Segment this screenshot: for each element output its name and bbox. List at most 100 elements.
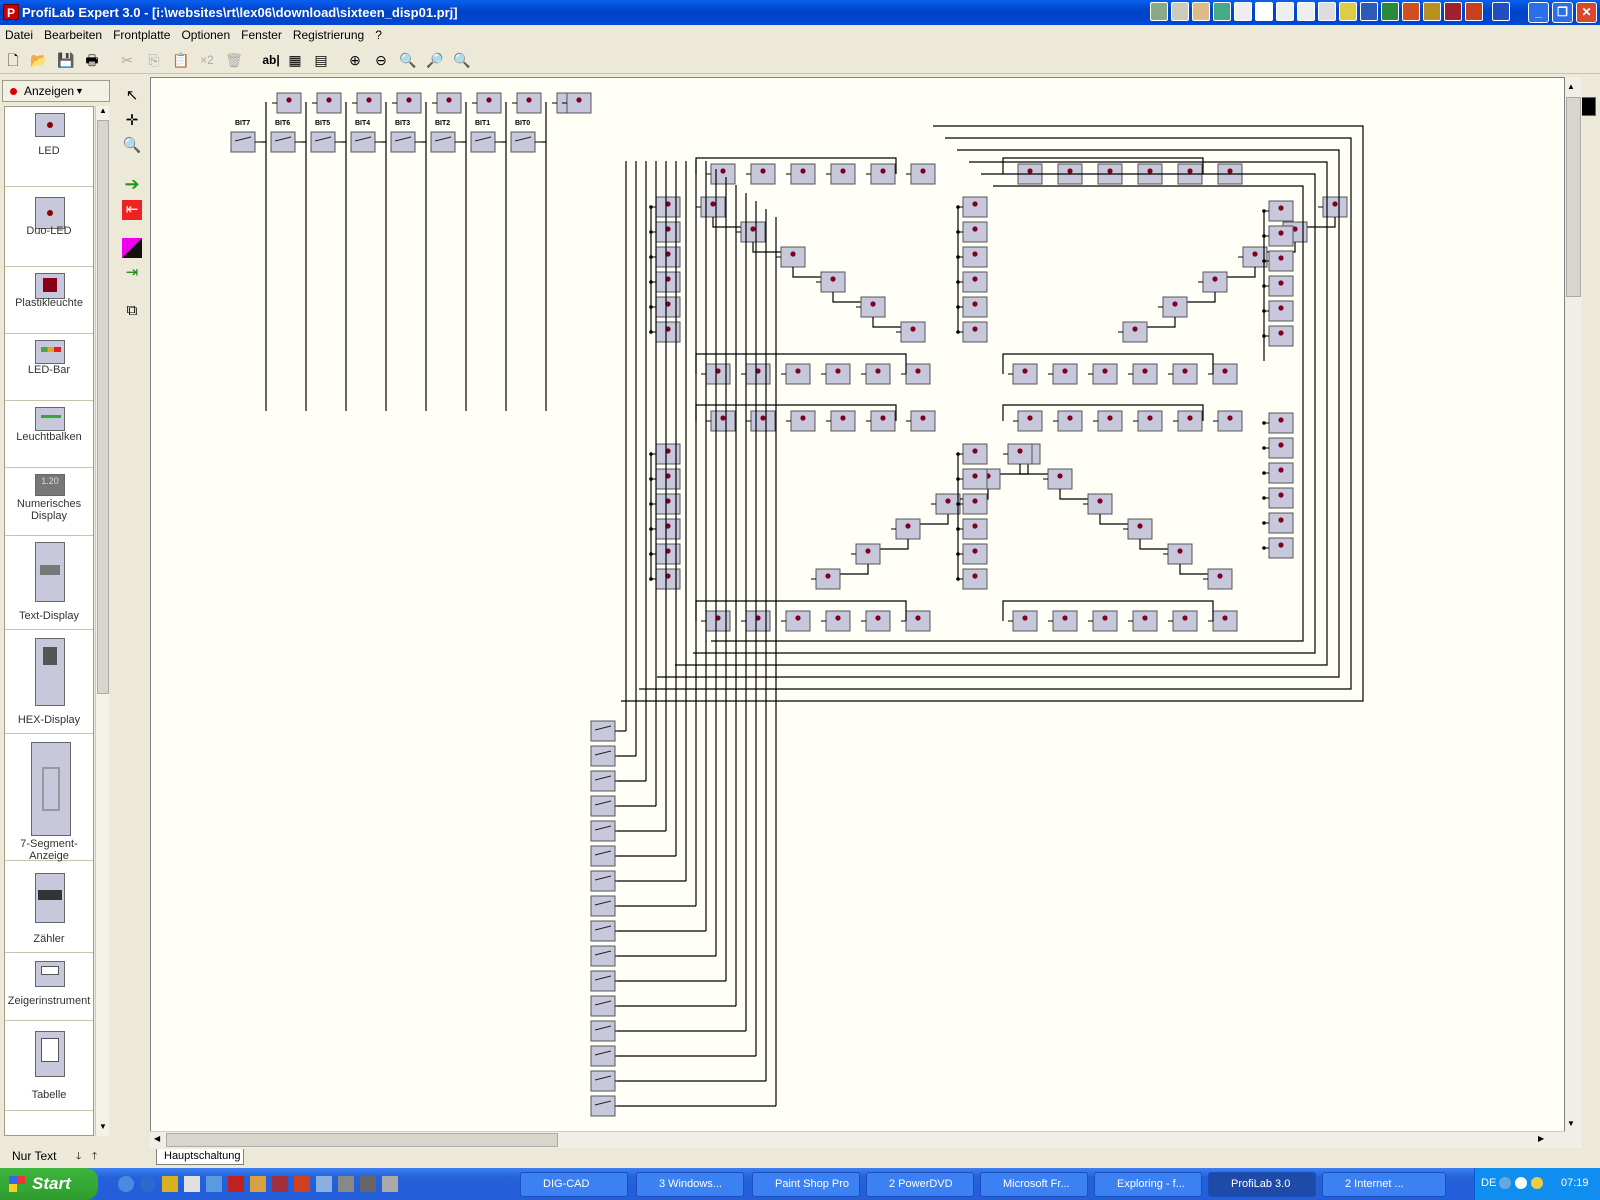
led-component[interactable] bbox=[1264, 537, 1294, 559]
print-icon[interactable]: 🖶 bbox=[83, 51, 101, 69]
scroll-down-icon[interactable]: ▼ bbox=[1567, 1119, 1575, 1128]
app-shortcut-icon[interactable] bbox=[1171, 2, 1189, 21]
led-component[interactable] bbox=[1003, 443, 1033, 465]
switch-component[interactable] bbox=[590, 1020, 621, 1042]
zoom-in-icon[interactable]: ⊕ bbox=[346, 51, 364, 69]
scroll-thumb[interactable] bbox=[1566, 97, 1581, 297]
switch-component[interactable] bbox=[270, 131, 301, 153]
word-icon[interactable] bbox=[1360, 2, 1378, 21]
switch-component[interactable] bbox=[230, 131, 261, 153]
led-component[interactable] bbox=[1264, 512, 1294, 534]
led-component[interactable] bbox=[861, 363, 891, 385]
app-shortcut-icon[interactable] bbox=[1339, 2, 1357, 21]
led-component[interactable] bbox=[958, 493, 988, 515]
arrow-up-icon[interactable]: 🡑 bbox=[92, 1149, 97, 1166]
task-microsoft[interactable]: Microsoft Fr... bbox=[980, 1172, 1088, 1197]
app-icon[interactable] bbox=[272, 1176, 288, 1192]
led-component[interactable] bbox=[392, 92, 422, 114]
task-windows[interactable]: 3 Windows... bbox=[636, 1172, 744, 1197]
led-component[interactable] bbox=[706, 163, 736, 185]
zoom-all-icon[interactable]: 🔍 bbox=[453, 51, 471, 69]
menu-help[interactable]: ? bbox=[374, 25, 388, 45]
mail-icon[interactable] bbox=[1234, 2, 1252, 21]
app-shortcut-icon[interactable] bbox=[1150, 2, 1168, 21]
led-component[interactable] bbox=[432, 92, 462, 114]
tray-icon[interactable] bbox=[1499, 1177, 1511, 1189]
led-component[interactable] bbox=[826, 410, 856, 432]
led-component[interactable] bbox=[958, 246, 988, 268]
led-component[interactable] bbox=[958, 468, 988, 490]
crosshair-icon[interactable]: ✛ bbox=[122, 111, 142, 131]
switch-component[interactable] bbox=[350, 131, 381, 153]
led-component[interactable] bbox=[1083, 493, 1113, 515]
led-component[interactable] bbox=[958, 568, 988, 590]
led-component[interactable] bbox=[1264, 200, 1294, 222]
led-component[interactable] bbox=[1088, 610, 1118, 632]
text-tool-button[interactable]: ab| bbox=[258, 51, 284, 69]
led-component[interactable] bbox=[781, 610, 811, 632]
swap-icon[interactable]: ⧉ bbox=[122, 301, 142, 321]
led-component[interactable] bbox=[312, 92, 342, 114]
scroll-thumb[interactable] bbox=[97, 120, 109, 694]
menu-bearbeiten[interactable]: Bearbeiten bbox=[43, 25, 108, 45]
led-component[interactable] bbox=[746, 163, 776, 185]
app-icon[interactable] bbox=[360, 1176, 376, 1192]
component-tabelle[interactable]: Tabelle bbox=[5, 1021, 93, 1111]
led-component[interactable] bbox=[1163, 543, 1193, 565]
app-shortcut-icon[interactable] bbox=[1423, 2, 1441, 21]
switch-component[interactable] bbox=[590, 970, 621, 992]
led-component[interactable] bbox=[706, 410, 736, 432]
switch-component[interactable] bbox=[590, 895, 621, 917]
led-component[interactable] bbox=[1133, 410, 1163, 432]
led-component[interactable] bbox=[1264, 300, 1294, 322]
switch-component[interactable] bbox=[430, 131, 461, 153]
component-duo-led[interactable]: Duo-LED bbox=[5, 187, 93, 267]
led-component[interactable] bbox=[781, 363, 811, 385]
led-component[interactable] bbox=[958, 443, 988, 465]
led-component[interactable] bbox=[1213, 410, 1243, 432]
led-component[interactable] bbox=[821, 610, 851, 632]
duplicate-button[interactable]: ×2 bbox=[198, 51, 216, 69]
magnifier-icon[interactable]: 🔍 bbox=[122, 136, 142, 156]
led-component[interactable] bbox=[1158, 296, 1188, 318]
led-component[interactable] bbox=[931, 493, 961, 515]
led-component[interactable] bbox=[856, 296, 886, 318]
switch-component[interactable] bbox=[310, 131, 341, 153]
led-component[interactable] bbox=[1123, 518, 1153, 540]
switch-component[interactable] bbox=[590, 820, 621, 842]
led-component[interactable] bbox=[906, 163, 936, 185]
app-icon[interactable] bbox=[382, 1176, 398, 1192]
switch-component[interactable] bbox=[590, 920, 621, 942]
component-text-display[interactable]: Text-Display bbox=[5, 536, 93, 630]
led-component[interactable] bbox=[1173, 410, 1203, 432]
component-7-segment[interactable]: 7-Segment-Anzeige bbox=[5, 734, 93, 862]
language-indicator[interactable]: DE bbox=[1481, 1177, 1496, 1189]
scroll-left-icon[interactable]: ◀ bbox=[154, 1134, 160, 1143]
open-folder-icon[interactable]: 📂 bbox=[30, 51, 48, 69]
component-hex-display[interactable]: HEX-Display bbox=[5, 630, 93, 734]
led-component[interactable] bbox=[1264, 437, 1294, 459]
switch-component[interactable] bbox=[590, 870, 621, 892]
switch-component[interactable] bbox=[390, 131, 421, 153]
led-component[interactable] bbox=[1264, 487, 1294, 509]
led-component[interactable] bbox=[851, 543, 881, 565]
app-icon[interactable] bbox=[338, 1176, 354, 1192]
led-component[interactable] bbox=[958, 518, 988, 540]
led-component[interactable] bbox=[1264, 325, 1294, 347]
close-button[interactable]: ✕ bbox=[1576, 2, 1597, 23]
led-component[interactable] bbox=[786, 163, 816, 185]
led-component[interactable] bbox=[1053, 410, 1083, 432]
app-icon[interactable] bbox=[162, 1176, 178, 1192]
led-component[interactable] bbox=[352, 92, 382, 114]
app-shortcut-icon[interactable] bbox=[1492, 2, 1510, 21]
input-pin-icon[interactable]: ⇥ bbox=[122, 263, 142, 283]
task-profilab[interactable]: ProfiLab 3.0 bbox=[1208, 1172, 1316, 1197]
app-icon[interactable] bbox=[206, 1176, 222, 1192]
led-component[interactable] bbox=[826, 163, 856, 185]
led-component[interactable] bbox=[1264, 250, 1294, 272]
app-shortcut-icon[interactable] bbox=[1276, 2, 1294, 21]
led-component[interactable] bbox=[1013, 410, 1043, 432]
switch-component[interactable] bbox=[590, 945, 621, 967]
circuit-diagram[interactable]: BIT7 BIT6 BIT5 BIT4 BIT3 BIT2 BIT1 BIT0 bbox=[151, 78, 1564, 1136]
led-component[interactable] bbox=[811, 568, 841, 590]
